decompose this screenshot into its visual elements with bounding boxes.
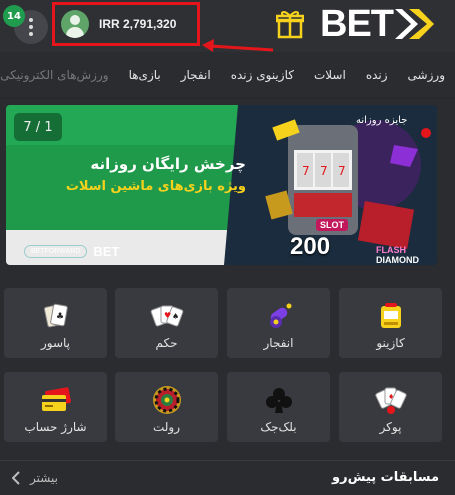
tile-blackjack[interactable]: بلک‌جک: [227, 372, 330, 442]
flash-diamond-label: FLASH DIAMOND: [376, 245, 419, 265]
flash-line: FLASH: [376, 245, 406, 255]
promo-banner[interactable]: 7 7 7 7 / 1 چرخش رایگان روزانه ویژه بازی…: [6, 105, 437, 265]
roulette-wheel-icon: [152, 385, 182, 415]
chevron-left-icon: [12, 471, 20, 485]
banner-subtitle: ویژه بازی‌های ماشین اسلات: [65, 179, 246, 194]
banner-corner-tag: جایزه روزانه: [356, 115, 408, 126]
notification-badge[interactable]: 14: [3, 5, 25, 27]
gift-icon[interactable]: [276, 9, 304, 39]
nav-item-live[interactable]: زنده: [356, 68, 398, 82]
tile-label: بلک‌جک: [260, 420, 297, 434]
tile-roulette[interactable]: رولت: [115, 372, 218, 442]
nav-item-live-casino[interactable]: کازینوی زنده: [221, 68, 304, 82]
banner-title: چرخش رایگان روزانه: [90, 155, 246, 173]
balance-amount: IRR 2,791,320: [99, 17, 177, 31]
tile-crash[interactable]: انفجار: [227, 288, 330, 358]
top-header: 14 IRR 2,791,320 BET: [0, 0, 455, 52]
partner-pill: BETFORWARD: [24, 244, 88, 258]
tile-casino[interactable]: کازینو: [339, 288, 442, 358]
banner-number: 200: [290, 233, 331, 260]
tile-label: حکم: [155, 336, 178, 350]
nav-item-crash[interactable]: انفجار: [171, 68, 221, 82]
svg-text:7: 7: [338, 164, 346, 178]
site-logo[interactable]: BET: [320, 2, 435, 45]
svg-text:♥: ♥: [164, 311, 171, 320]
poker-hand-icon: ♦: [374, 385, 408, 415]
svg-text:♦: ♦: [388, 393, 394, 401]
tile-pasoor[interactable]: ♣ پاسور: [4, 288, 107, 358]
user-avatar-icon[interactable]: [61, 10, 89, 38]
dot: [29, 32, 33, 36]
diamond-line: DIAMOND: [376, 255, 419, 265]
logo-chevron-icon: [395, 9, 434, 39]
cards-fan-icon: ♥ ♠: [150, 301, 184, 331]
mini-logo: BET: [93, 243, 120, 259]
svg-text:♣: ♣: [56, 312, 64, 322]
dot: [29, 25, 33, 29]
svg-text:7: 7: [302, 164, 310, 178]
logo-text: BET: [320, 2, 394, 45]
more-link[interactable]: بیشتر: [12, 471, 58, 485]
credit-card-icon: [40, 385, 72, 415]
tile-deposit[interactable]: شارژ حساب: [4, 372, 107, 442]
tile-label: پاسور: [40, 336, 71, 350]
tile-label: پوکر: [379, 420, 402, 434]
nav-item-slots[interactable]: اسلات: [304, 68, 356, 82]
tile-poker[interactable]: ♦ پوکر: [339, 372, 442, 442]
tile-hokm[interactable]: ♥ ♠ حکم: [115, 288, 218, 358]
upcoming-matches-bar: مسابقات پیش‌رو بیشتر: [0, 460, 455, 495]
banner-partners: BETFORWARD BET: [24, 241, 119, 261]
tile-label: انفجار: [263, 336, 294, 350]
upcoming-matches-title: مسابقات پیش‌رو: [332, 470, 439, 485]
category-nav: ورزشی زنده اسلات کازینوی زنده انفجار باز…: [0, 52, 455, 99]
tile-label: کازینو: [376, 336, 405, 350]
account-balance-box[interactable]: IRR 2,791,320: [52, 2, 200, 46]
playing-cards-icon: ♣: [41, 301, 71, 331]
svg-text:♠: ♠: [172, 312, 179, 321]
dot: [29, 18, 33, 22]
tile-label: شارژ حساب: [24, 420, 87, 434]
club-suit-icon: [265, 385, 293, 415]
more-label: بیشتر: [30, 471, 58, 485]
nav-item-sports[interactable]: ورزشی: [398, 68, 455, 82]
slot-label: SLOT: [316, 219, 348, 231]
svg-text:7: 7: [320, 164, 328, 178]
nav-item-esports[interactable]: ورزش‌های الکترونیکی: [0, 68, 119, 82]
cannon-icon: [264, 301, 294, 331]
nav-item-games[interactable]: بازی‌ها: [119, 68, 171, 82]
slot-machine-icon: [379, 301, 403, 331]
game-category-grid: کازینو انفجار ♥ ♠ حکم ♣ پاسور ♦ پوکر بلک…: [4, 288, 442, 444]
banner-slide-counter: 7 / 1: [14, 113, 62, 141]
tile-label: رولت: [152, 420, 181, 434]
